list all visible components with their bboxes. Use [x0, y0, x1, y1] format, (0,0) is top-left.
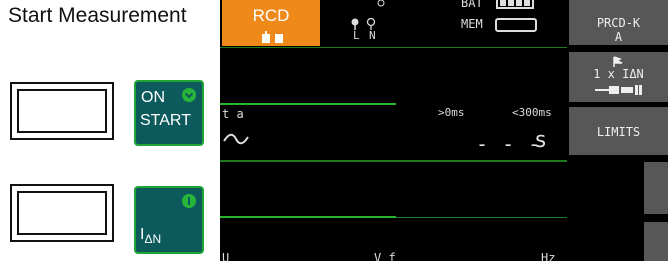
memory-label: MEM	[461, 17, 483, 31]
memory-icon	[495, 18, 537, 32]
on-label: ON	[141, 89, 165, 106]
ac-wave-icon	[223, 133, 249, 145]
divider	[220, 103, 396, 105]
multiplier-softkey[interactable]: 1 x IΔN	[569, 52, 668, 102]
info-icon	[182, 194, 196, 208]
divider	[220, 216, 396, 218]
measured-value: - - -	[476, 132, 542, 156]
page-title: Start Measurement	[8, 4, 187, 27]
terminal-n-label: N	[369, 29, 376, 42]
measured-unit: s	[534, 128, 548, 153]
battery-label: BAT	[461, 0, 483, 10]
probe-icon	[377, 0, 385, 7]
softkey-5[interactable]	[644, 222, 668, 261]
plug-icon	[595, 85, 642, 95]
battery-icon	[496, 0, 534, 9]
idn-button[interactable]: IΔN	[134, 186, 204, 254]
range-low: >0ms	[438, 106, 465, 119]
instrument-display: RCD L N BAT MEM t a >0ms <300ms - - - s …	[220, 0, 567, 261]
voltage-label: U	[222, 251, 230, 261]
terminal-l-label: L	[353, 29, 360, 42]
rcd-type-label: PRCD-K	[596, 16, 641, 30]
frequency-label: Hz	[541, 251, 556, 261]
mode-label: RCD	[252, 6, 290, 25]
multiplier-label: 1 x IΔN	[593, 67, 644, 81]
rcd-type-softkey[interactable]: PRCD-K A	[569, 0, 668, 45]
hardware-key-start[interactable]	[10, 82, 114, 140]
divider	[396, 217, 567, 218]
softkey-panel: PRCD-K A 1 x IΔN LIMITS	[567, 0, 668, 261]
idn-label: IΔN	[140, 226, 162, 247]
on-start-button[interactable]: ON START	[134, 80, 204, 146]
divider	[220, 47, 567, 48]
rcd-type-sub: A	[614, 30, 623, 44]
limits-softkey[interactable]: LIMITS	[569, 107, 668, 155]
start-label: START	[140, 112, 191, 129]
hardware-key-idn[interactable]	[10, 184, 114, 242]
softkey-4[interactable]	[644, 162, 668, 214]
limits-label: LIMITS	[596, 125, 641, 139]
vf-label: V f	[374, 251, 396, 261]
chevron-down-icon	[182, 88, 196, 102]
divider	[220, 160, 567, 162]
connector-icon	[262, 31, 283, 43]
row-label: t a	[222, 107, 244, 121]
range-high: <300ms	[512, 106, 552, 119]
mode-tab-rcd[interactable]: RCD	[222, 0, 320, 46]
